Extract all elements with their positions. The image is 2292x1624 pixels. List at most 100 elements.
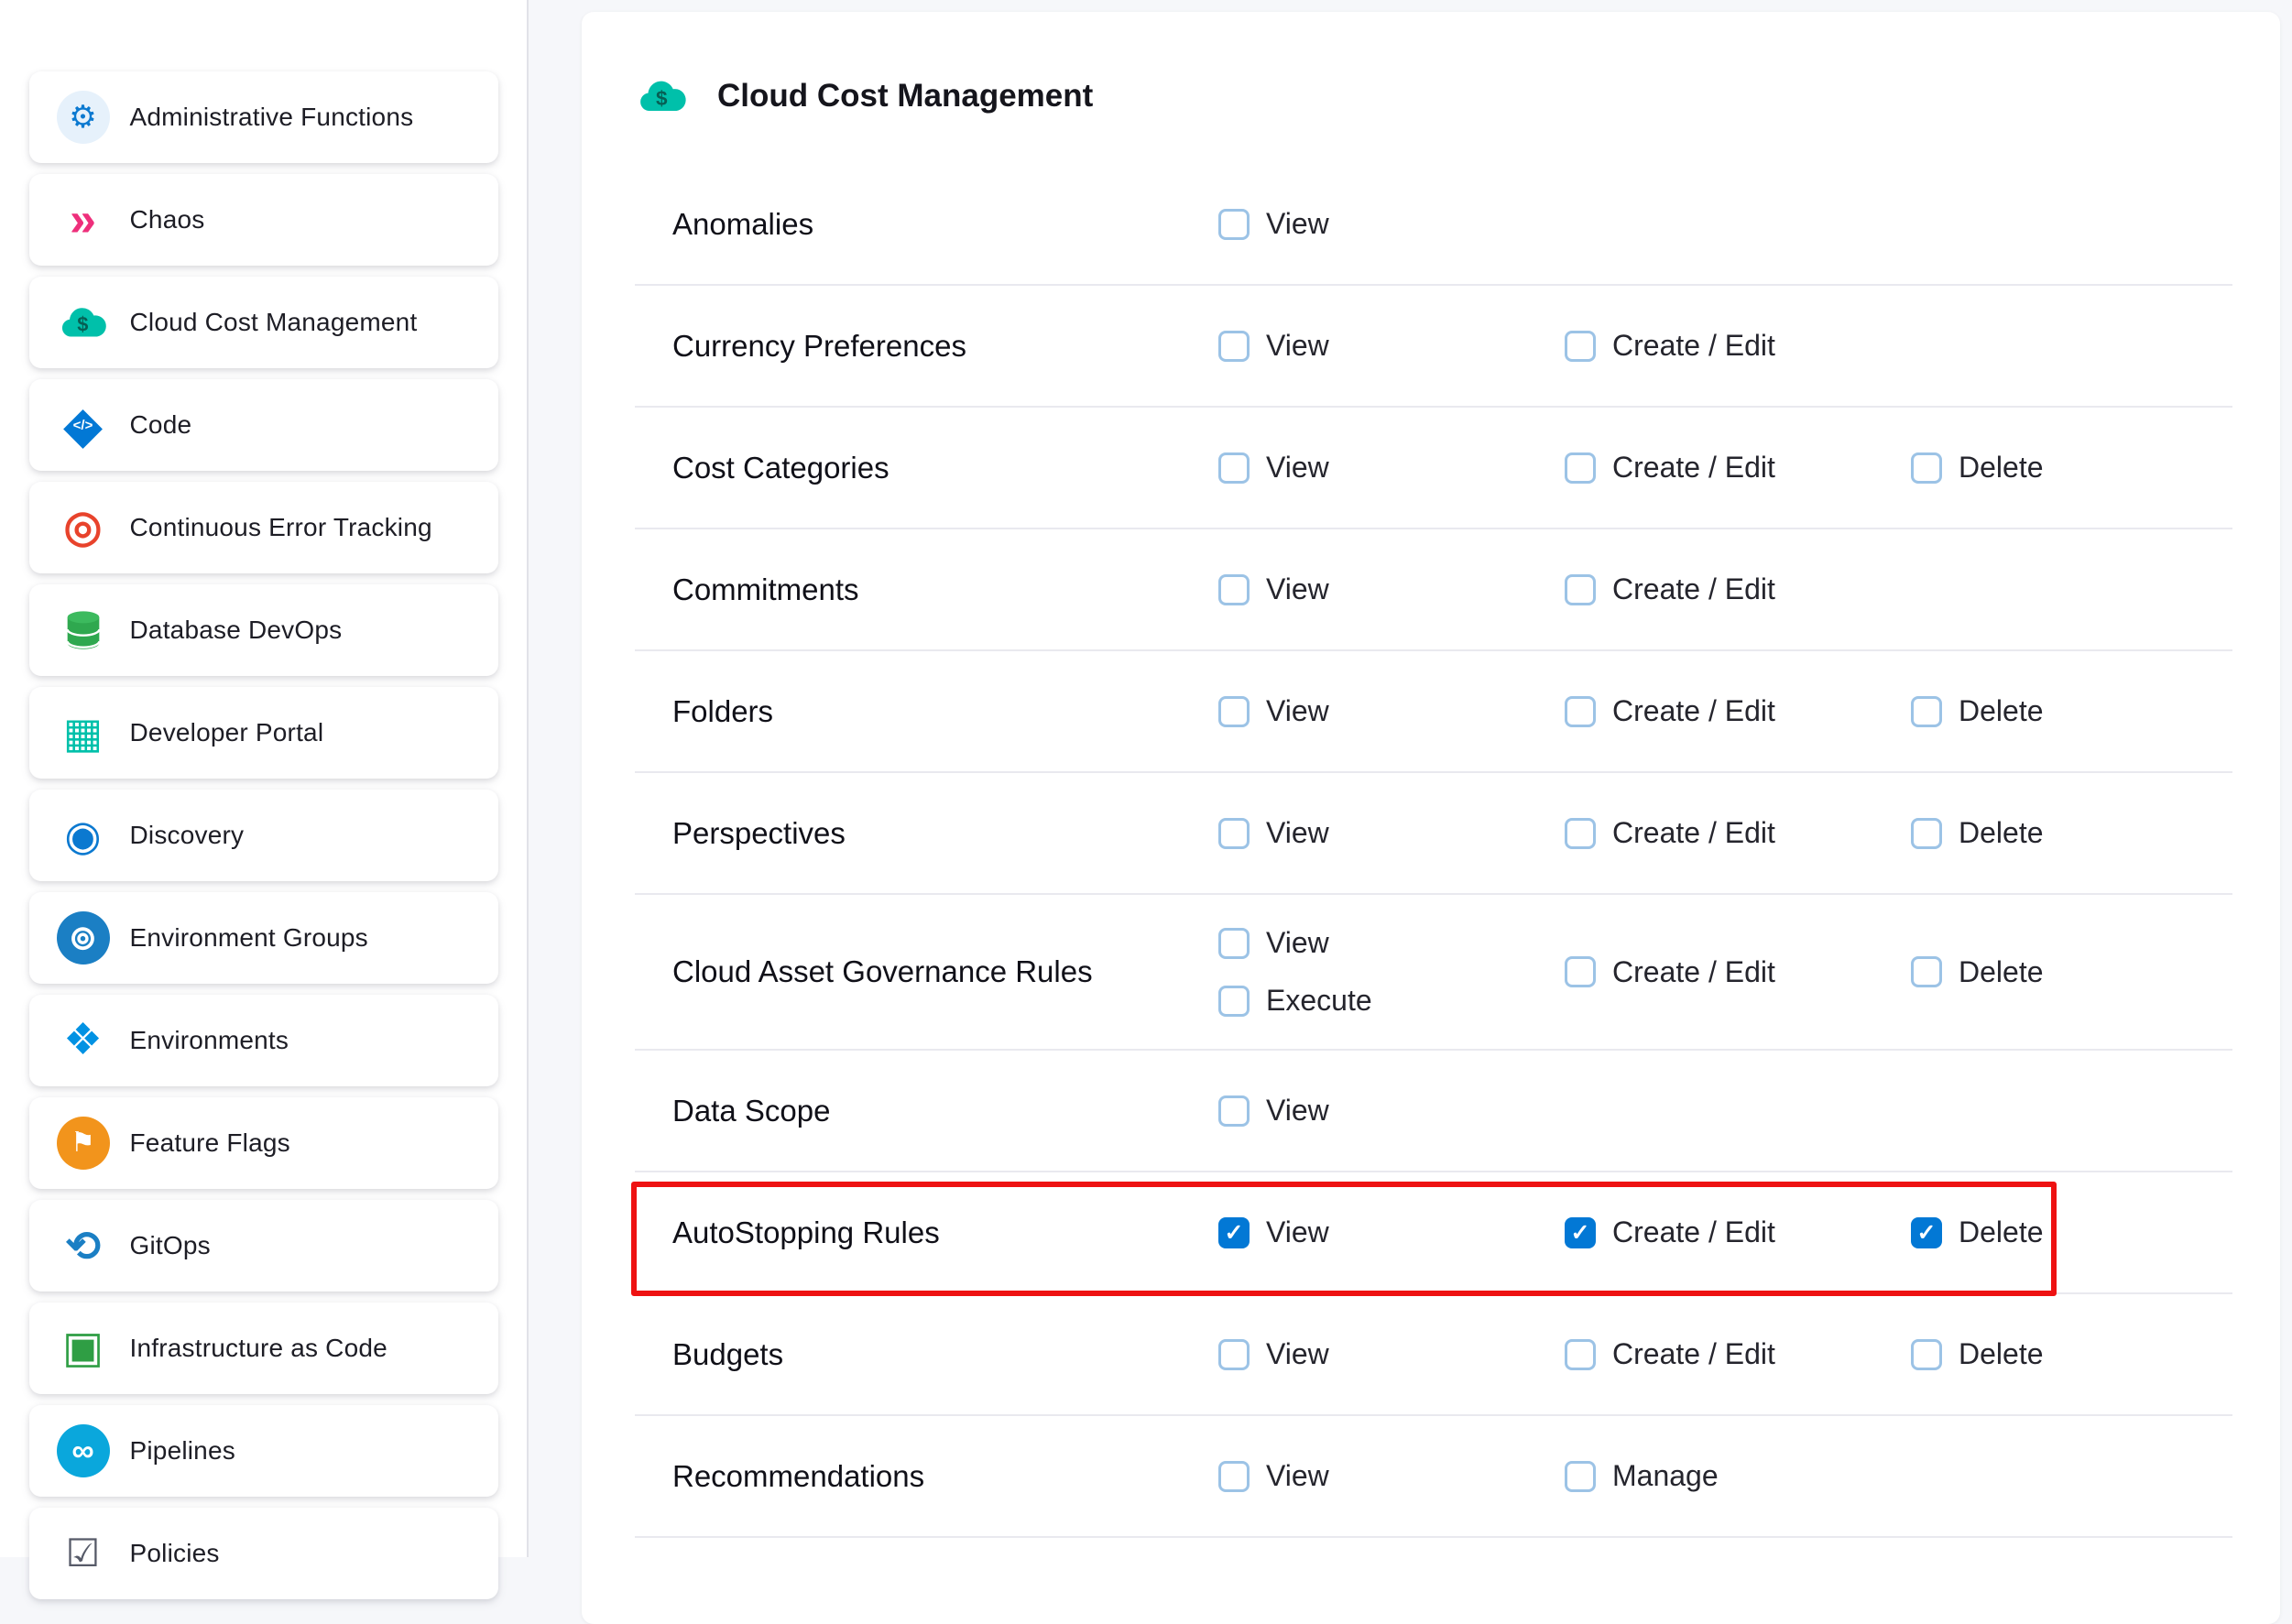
sidebar-item-chaos[interactable]: »Chaos [29, 174, 498, 266]
permission-label: Delete [1959, 1337, 2044, 1371]
sidebar-item-label: Environments [130, 1026, 289, 1055]
permission-view: View [1218, 694, 1565, 728]
permission-label: View [1266, 1459, 1329, 1493]
permission-label: View [1266, 926, 1329, 960]
permission-cell: View [1218, 1459, 1565, 1493]
sidebar-item-policies[interactable]: ☑Policies [29, 1508, 498, 1599]
checkbox-data-scope-view[interactable] [1218, 1095, 1250, 1127]
sidebar-item-label: Discovery [130, 821, 245, 850]
policies-check-icon: ☑ [57, 1527, 110, 1580]
sidebar-item-developer-portal[interactable]: ▦Developer Portal [29, 687, 498, 779]
checkbox-perspectives-delete[interactable] [1911, 818, 1942, 849]
sidebar-item-code[interactable]: ◆</>Code [29, 379, 498, 471]
checkbox-recommendations-view[interactable] [1218, 1461, 1250, 1492]
permission-cell: Create / Edit [1565, 572, 1911, 606]
sidebar-item-label: Feature Flags [130, 1128, 290, 1158]
permission-cell: Delete [1911, 816, 2232, 850]
database-icon [57, 604, 110, 657]
permission-view: View [1218, 1459, 1565, 1493]
checkbox-recommendations-manage[interactable] [1565, 1461, 1596, 1492]
checkbox-cloud-asset-governance-rules-delete[interactable] [1911, 956, 1942, 987]
checkbox-perspectives-view[interactable] [1218, 818, 1250, 849]
sidebar-item-gitops[interactable]: ⟲GitOps [29, 1200, 498, 1292]
checkbox-autostopping-rules-delete[interactable] [1911, 1217, 1942, 1248]
permission-create-edit: Create / Edit [1565, 816, 1911, 850]
checkbox-cost-categories-view[interactable] [1218, 452, 1250, 484]
checkbox-budgets-delete[interactable] [1911, 1339, 1942, 1370]
sidebar-item-environments[interactable]: ❖ Environments [29, 995, 498, 1086]
row-label: Recommendations [635, 1459, 1218, 1494]
permission-cell: View [1218, 572, 1565, 606]
permission-view: View [1218, 329, 1565, 363]
checkbox-commitments-view[interactable] [1218, 574, 1250, 605]
checkbox-cloud-asset-governance-rules-view[interactable] [1218, 928, 1250, 959]
row-label: AutoStopping Rules [635, 1215, 1218, 1250]
permission-create-edit: Create / Edit [1565, 451, 1911, 485]
checkbox-commitments-create-edit[interactable] [1565, 574, 1596, 605]
permission-delete: Delete [1911, 955, 2232, 989]
pipelines-infinity-icon: ∞ [57, 1424, 110, 1477]
gear-icon: ⚙ [57, 91, 110, 144]
permission-label: Delete [1959, 955, 2044, 989]
permission-cell: Delete [1911, 1337, 2232, 1371]
sidebar-item-label: Database DevOps [130, 616, 343, 645]
checkbox-budgets-view[interactable] [1218, 1339, 1250, 1370]
checkbox-budgets-create-edit[interactable] [1565, 1339, 1596, 1370]
permission-cell: Delete [1911, 694, 2232, 728]
row-label: Budgets [635, 1337, 1218, 1372]
checkbox-cost-categories-create-edit[interactable] [1565, 452, 1596, 484]
checkbox-currency-preferences-create-edit[interactable] [1565, 331, 1596, 362]
table-row-autostopping-rules: AutoStopping RulesViewCreate / EditDelet… [635, 1172, 2232, 1294]
permission-cell: Manage [1565, 1459, 1911, 1493]
checkbox-folders-view[interactable] [1218, 696, 1250, 727]
sidebar-item-environment-groups[interactable]: ⊚Environment Groups [29, 892, 498, 984]
error-tracking-target-icon: ◎ [57, 501, 110, 554]
checkbox-cloud-asset-governance-rules-execute[interactable] [1218, 986, 1250, 1017]
checkbox-autostopping-rules-create-edit[interactable] [1565, 1217, 1596, 1248]
chaos-icon: » [57, 193, 110, 246]
environments-diamond-icon: ❖ [57, 1014, 110, 1067]
permission-label: Delete [1959, 451, 2044, 485]
permission-label: View [1266, 1215, 1329, 1249]
table-row-currency-preferences: Currency PreferencesViewCreate / Edit [635, 286, 2232, 408]
cloud-dollar-icon: $ [57, 296, 110, 349]
sidebar-item-continuous-error-tracking[interactable]: ◎Continuous Error Tracking [29, 482, 498, 573]
sidebar-item-administrative-functions[interactable]: ⚙ Administrative Functions [29, 71, 498, 163]
environment-groups-icon: ⊚ [57, 911, 110, 965]
checkbox-perspectives-create-edit[interactable] [1565, 818, 1596, 849]
permission-cell: View [1218, 329, 1565, 363]
permission-cell: Create / Edit [1565, 816, 1911, 850]
checkbox-cost-categories-delete[interactable] [1911, 452, 1942, 484]
permission-view: View [1218, 207, 1565, 241]
permission-cell: Create / Edit [1565, 1337, 1911, 1371]
sidebar-item-discovery[interactable]: ◉Discovery [29, 790, 498, 881]
checkbox-currency-preferences-view[interactable] [1218, 331, 1250, 362]
row-label: Anomalies [635, 207, 1218, 242]
sidebar-item-feature-flags[interactable]: ⚑Feature Flags [29, 1097, 498, 1189]
permission-label: View [1266, 451, 1329, 485]
permission-cell: Create / Edit [1565, 1215, 1911, 1249]
permission-delete: Delete [1911, 694, 2232, 728]
sidebar-item-database-devops[interactable]: Database DevOps [29, 584, 498, 676]
svg-text:$: $ [656, 87, 668, 110]
permission-label: View [1266, 694, 1329, 728]
permission-cell: Create / Edit [1565, 694, 1911, 728]
panel-header: $ Cloud Cost Management [582, 12, 2280, 164]
checkbox-anomalies-view[interactable] [1218, 209, 1250, 240]
svg-text:$: $ [77, 313, 88, 336]
sidebar-item-label: Administrative Functions [130, 103, 414, 132]
sidebar-item-cloud-cost-management[interactable]: $ Cloud Cost Management [29, 277, 498, 368]
permission-cell: Create / Edit [1565, 451, 1911, 485]
permission-label: Create / Edit [1612, 816, 1775, 850]
permission-label: View [1266, 329, 1329, 363]
permission-cell: View [1218, 816, 1565, 850]
checkbox-cloud-asset-governance-rules-create-edit[interactable] [1565, 956, 1596, 987]
sidebar-item-label: Cloud Cost Management [130, 308, 418, 337]
sidebar-item-pipelines[interactable]: ∞Pipelines [29, 1405, 498, 1497]
checkbox-folders-delete[interactable] [1911, 696, 1942, 727]
checkbox-folders-create-edit[interactable] [1565, 696, 1596, 727]
permission-label: View [1266, 816, 1329, 850]
sidebar-item-infrastructure-as-code[interactable]: ▣Infrastructure as Code [29, 1302, 498, 1394]
checkbox-autostopping-rules-view[interactable] [1218, 1217, 1250, 1248]
permission-create-edit: Create / Edit [1565, 955, 1911, 989]
